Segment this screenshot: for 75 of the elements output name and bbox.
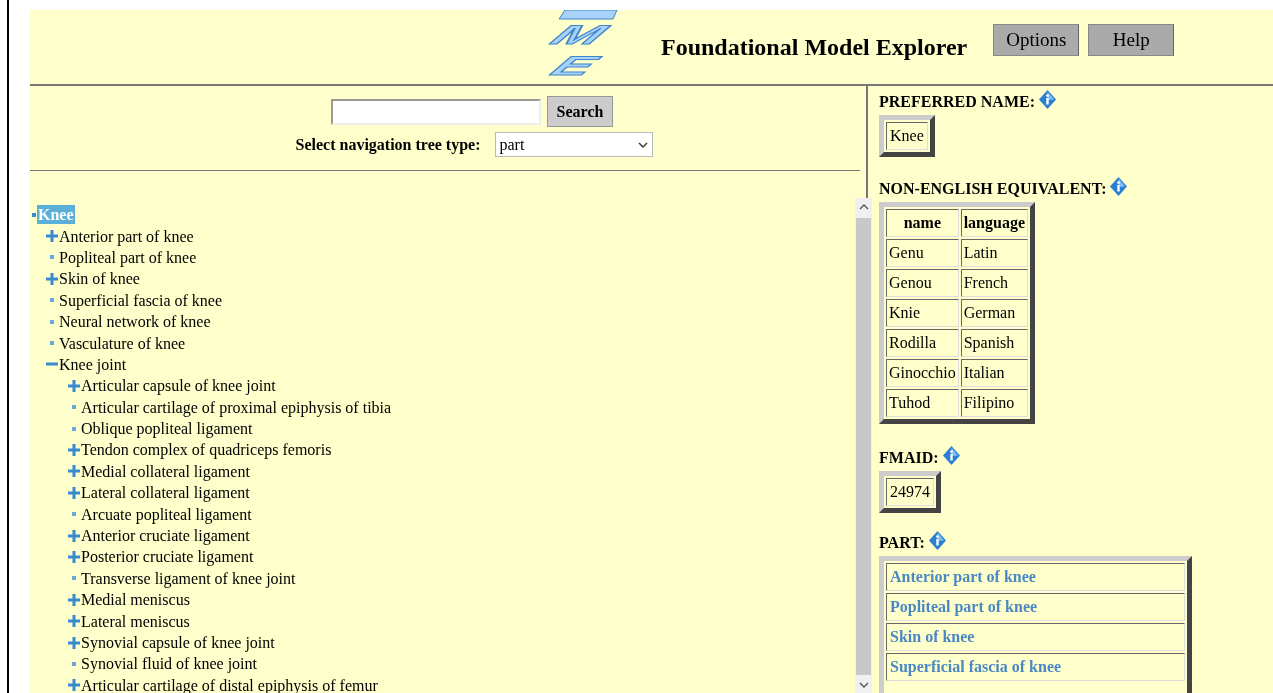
part-link[interactable]: Superficial fascia of knee [886, 653, 1185, 681]
tree-item[interactable]: Tendon complex of quadriceps femoris [80, 440, 333, 460]
logo-stripe-icon [559, 10, 619, 20]
column-header: language [960, 209, 1028, 237]
tree-item[interactable]: Medial meniscus [80, 590, 191, 610]
chevron-down-icon[interactable] [637, 141, 648, 148]
tree-item[interactable]: Superficial fascia of knee [58, 290, 224, 310]
logo-letter: M [543, 20, 615, 51]
tree-item[interactable]: Articular capsule of knee joint [80, 376, 277, 396]
table-cell: Genu [886, 239, 959, 267]
table-cell: French [960, 269, 1028, 297]
part-link[interactable]: Skin of knee [886, 623, 1185, 651]
tree-item[interactable]: Popliteal part of knee [58, 247, 198, 267]
info-icon[interactable] [1039, 89, 1056, 109]
field-label: FMAID: [879, 449, 939, 467]
info-icon[interactable] [942, 445, 960, 465]
search-field[interactable] [330, 98, 541, 125]
tree-item[interactable]: Lateral meniscus [80, 611, 191, 631]
expand-icon[interactable] [68, 529, 80, 542]
app-title: Foundational Model Explorer [661, 33, 968, 61]
expand-icon[interactable] [68, 465, 80, 478]
table-cell: Knie [886, 299, 959, 327]
column-header: name [886, 209, 959, 237]
expand-icon[interactable] [46, 230, 58, 243]
table-cell: Ginocchio [886, 359, 959, 387]
tree-item[interactable]: Synovial fluid of knee joint [80, 654, 258, 674]
table-cell: Italian [960, 359, 1028, 387]
tree-item[interactable]: Lateral collateral ligament [80, 483, 251, 503]
expand-icon[interactable] [68, 486, 80, 499]
expand-icon[interactable] [46, 272, 58, 285]
field-label: PREFERRED NAME: [879, 93, 1035, 111]
tree-item[interactable]: Anterior cruciate ligament [80, 526, 251, 546]
expand-icon[interactable] [68, 679, 80, 692]
tree-item[interactable]: Synovial capsule of knee joint [80, 633, 276, 652]
expand-icon[interactable] [68, 593, 80, 606]
table-cell: Tuhod [886, 389, 959, 417]
logo-letter: E [543, 51, 605, 82]
tree-item[interactable]: Posterior cruciate ligament [80, 547, 255, 567]
fmaid-value: 24974 [886, 478, 934, 506]
table-cell: Latin [960, 239, 1028, 267]
expand-icon[interactable] [68, 615, 80, 628]
table-cell: Filipino [960, 389, 1028, 417]
tree-type-dropdown[interactable]: part [494, 132, 653, 157]
scrollbar[interactable] [855, 198, 872, 693]
tree-item[interactable]: Articular cartilage of proximal epiphysis of tibia [80, 397, 393, 417]
tree-item[interactable]: Neural network of knee [58, 312, 212, 332]
tree-item[interactable]: Anterior part of knee [58, 226, 195, 246]
tree-item[interactable]: Medial collateral ligament [80, 461, 251, 481]
expand-icon[interactable] [68, 550, 80, 563]
tree-type-label: Select navigation tree type: [295, 135, 481, 154]
info-icon[interactable] [928, 530, 946, 550]
tree-item[interactable]: Transverse ligament of knee joint [80, 568, 297, 588]
table-cell: Genou [886, 269, 959, 297]
field-label: NON-ENGLISH EQUIVALENT: [879, 180, 1107, 198]
table-cell: Rodilla [886, 329, 959, 357]
expand-icon[interactable] [68, 636, 80, 649]
tree-item[interactable]: Vasculature of knee [58, 333, 187, 353]
header-button[interactable]: Options [993, 24, 1080, 56]
table-cell: German [960, 299, 1028, 327]
part-link[interactable]: Anterior part of knee [886, 563, 1185, 591]
tree-item[interactable]: Knee joint [58, 354, 128, 374]
scroll-down-icon[interactable] [858, 681, 869, 689]
preferred-name-value: Knee [886, 122, 928, 150]
header-button[interactable]: Help [1088, 24, 1175, 56]
search-button[interactable]: Search [546, 96, 614, 127]
table-cell: Spanish [960, 329, 1028, 357]
info-icon[interactable] [1110, 176, 1128, 196]
part-link[interactable]: Popliteal part of knee [886, 593, 1185, 621]
scroll-up-icon[interactable] [858, 203, 869, 211]
tree-item[interactable]: Oblique popliteal ligament [80, 419, 254, 439]
field-label: PART: [879, 534, 925, 552]
expand-icon[interactable] [68, 444, 80, 456]
tree-item[interactable]: Arcuate popliteal ligament [80, 504, 253, 524]
tree-item[interactable]: Skin of knee [58, 269, 141, 289]
expand-icon[interactable] [68, 379, 80, 392]
